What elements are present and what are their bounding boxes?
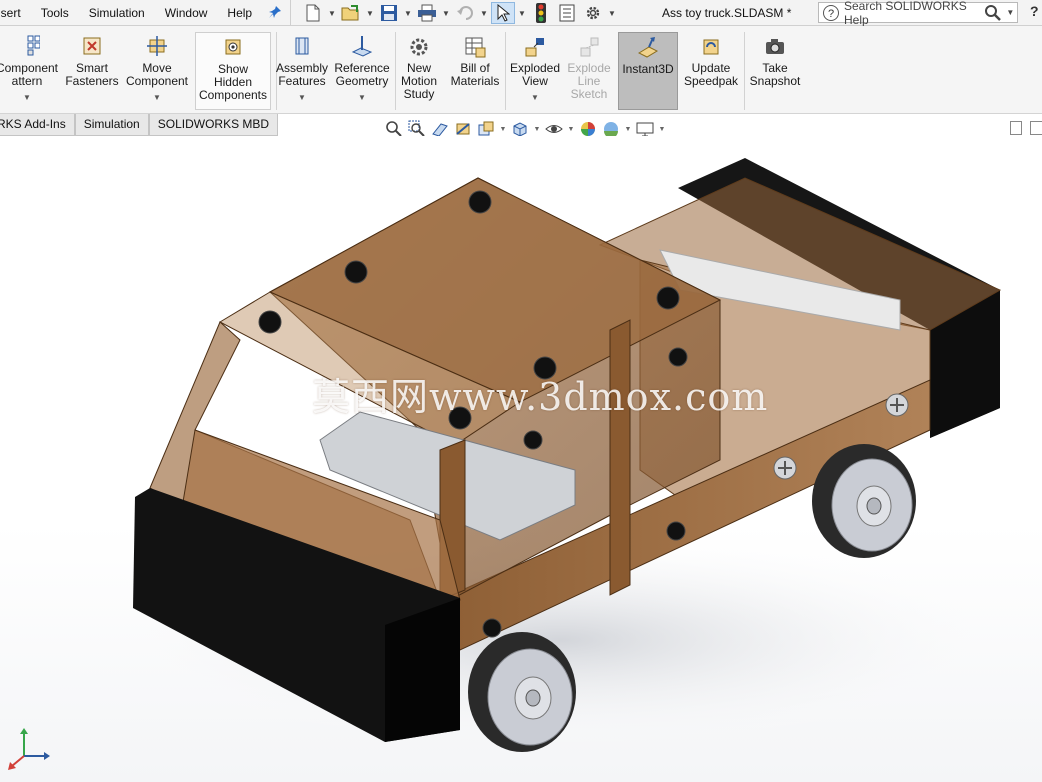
file-properties-icon[interactable] (555, 2, 579, 24)
instant3d-button[interactable]: Instant3D (618, 32, 678, 110)
new-dropdown-icon[interactable]: ▼ (327, 9, 337, 18)
show-hidden-components-button[interactable]: Show Hidden Components (195, 32, 271, 110)
view-dropdown-icon[interactable]: ▼ (499, 126, 507, 133)
menu-window[interactable]: Window (155, 0, 218, 26)
search-dropdown-icon[interactable]: ▼ (1006, 8, 1015, 17)
explode-line-sketch-icon (580, 37, 599, 57)
command-manager: Component attern ▼ Smart Fasteners Move … (0, 26, 1042, 114)
help-question-icon[interactable]: ? (1030, 3, 1039, 19)
camera-icon (766, 39, 784, 54)
smart-fasteners-icon (83, 37, 101, 55)
smart-fasteners-label: Smart Fasteners (65, 61, 119, 88)
instant3d-icon (637, 37, 659, 58)
assembly-features-icon (295, 37, 309, 55)
take-snapshot-button[interactable]: Take Snapshot (746, 34, 804, 88)
menu-tools[interactable]: Tools (31, 0, 79, 26)
print-dropdown-icon[interactable]: ▼ (441, 9, 451, 18)
door-pillar (609, 319, 631, 596)
watermark-text: 莫西网www.3dmox.com (312, 375, 769, 419)
reference-geometry-dropdown-icon[interactable]: ▼ (358, 91, 366, 104)
document-title: Ass toy truck.SLDASM * (662, 6, 792, 20)
pin-icon[interactable] (268, 5, 284, 21)
undo-dropdown-icon[interactable]: ▼ (479, 9, 489, 18)
save-dropdown-icon[interactable]: ▼ (403, 9, 413, 18)
exploded-view-icon (525, 38, 544, 57)
open-document-icon[interactable] (339, 2, 363, 24)
menu-insert[interactable]: nsert (0, 0, 31, 26)
component-pattern-icon (27, 35, 40, 56)
undo-icon[interactable] (453, 2, 477, 24)
options-gear-icon[interactable] (581, 2, 605, 24)
help-circle-icon: ? (822, 4, 840, 22)
reference-triad-icon (8, 728, 50, 770)
explode-line-sketch-label: Explode Line Sketch (567, 61, 611, 101)
exploded-view-label: Exploded View (509, 61, 561, 88)
svg-text:?: ? (828, 8, 834, 20)
front-wheel (468, 632, 576, 752)
move-component-label: Move Component (125, 61, 189, 88)
exploded-view-dropdown-icon[interactable]: ▼ (531, 91, 539, 104)
toy-truck-model[interactable] (0, 136, 1042, 782)
options-dropdown-icon[interactable]: ▼ (607, 9, 617, 18)
tab-solidworks-mbd[interactable]: SOLIDWORKS MBD (148, 114, 279, 136)
explode-line-sketch-button[interactable]: Explode Line Sketch (564, 34, 614, 101)
open-dropdown-icon[interactable]: ▼ (365, 9, 375, 18)
move-component-dropdown-icon[interactable]: ▼ (153, 91, 161, 104)
scene-dropdown-icon[interactable]: ▼ (624, 126, 632, 133)
motion-study-icon (410, 38, 428, 56)
new-document-icon[interactable] (301, 2, 325, 24)
show-hidden-components-label: Show Hidden Components (198, 62, 268, 102)
assembly-features-label: Assembly Features (276, 61, 329, 88)
ribbon-separator (744, 32, 745, 110)
bill-of-materials-button[interactable]: Bill of Materials (448, 34, 502, 88)
print-icon[interactable] (415, 2, 439, 24)
update-speedpak-button[interactable]: Update Speedpak (682, 34, 740, 88)
quick-access-toolbar: ▼ ▼ ▼ ▼ ▼ ▼ ▼ (290, 0, 617, 26)
graphics-area[interactable]: 莫西网www.3dmox.com (0, 136, 1042, 782)
assembly-features-button[interactable]: Assembly Features ▼ (276, 34, 328, 104)
help-search-input[interactable]: Search SOLIDWORKS Help (844, 0, 984, 27)
rear-wheel (812, 444, 916, 558)
select-cursor-icon[interactable] (491, 2, 515, 24)
restore-window-icon[interactable] (1010, 121, 1022, 135)
component-pattern-button[interactable]: Component attern ▼ (0, 34, 60, 104)
select-dropdown-icon[interactable]: ▼ (517, 9, 527, 18)
ribbon-separator (505, 32, 506, 110)
command-manager-tabs: RKS Add-Ins Simulation SOLIDWORKS MBD (0, 114, 279, 136)
rebuild-traffic-light-icon[interactable] (529, 2, 553, 24)
move-component-icon (147, 36, 167, 56)
assembly-features-dropdown-icon[interactable]: ▼ (298, 91, 306, 104)
new-motion-study-button[interactable]: New Motion Study (396, 34, 442, 101)
hide-show-dropdown-icon[interactable]: ▼ (567, 126, 575, 133)
instant3d-label: Instant3D (622, 62, 674, 76)
help-search-box[interactable]: ? Search SOLIDWORKS Help ▼ (818, 0, 1018, 27)
maximize-window-icon[interactable] (1030, 121, 1042, 135)
save-icon[interactable] (377, 2, 401, 24)
settings-dropdown-icon[interactable]: ▼ (658, 126, 666, 133)
reference-geometry-button[interactable]: Reference Geometry ▼ (334, 34, 390, 104)
reference-geometry-icon (351, 36, 373, 57)
menu-help[interactable]: Help (217, 0, 262, 26)
show-hidden-components-icon (225, 39, 241, 55)
move-component-button[interactable]: Move Component ▼ (124, 34, 190, 104)
exploded-view-button[interactable]: Exploded View ▼ (508, 34, 562, 104)
update-speedpak-label: Update Speedpak (683, 61, 739, 88)
bill-of-materials-icon (465, 37, 486, 58)
search-icon[interactable] (984, 4, 1002, 22)
reference-geometry-label: Reference Geometry (334, 61, 390, 88)
smart-fasteners-button[interactable]: Smart Fasteners (64, 34, 120, 88)
component-pattern-dropdown-icon[interactable]: ▼ (23, 91, 31, 104)
menu-simulation[interactable]: Simulation (79, 0, 155, 26)
new-motion-study-label: New Motion Study (400, 61, 438, 101)
tab-simulation[interactable]: Simulation (74, 114, 149, 136)
update-speedpak-icon (703, 39, 719, 55)
orientation-dropdown-icon[interactable]: ▼ (533, 126, 541, 133)
bill-of-materials-label: Bill of Materials (450, 61, 500, 88)
take-snapshot-label: Take Snapshot (749, 61, 801, 88)
tab-addins[interactable]: RKS Add-Ins (0, 114, 75, 136)
component-pattern-label: Component attern (0, 61, 59, 88)
